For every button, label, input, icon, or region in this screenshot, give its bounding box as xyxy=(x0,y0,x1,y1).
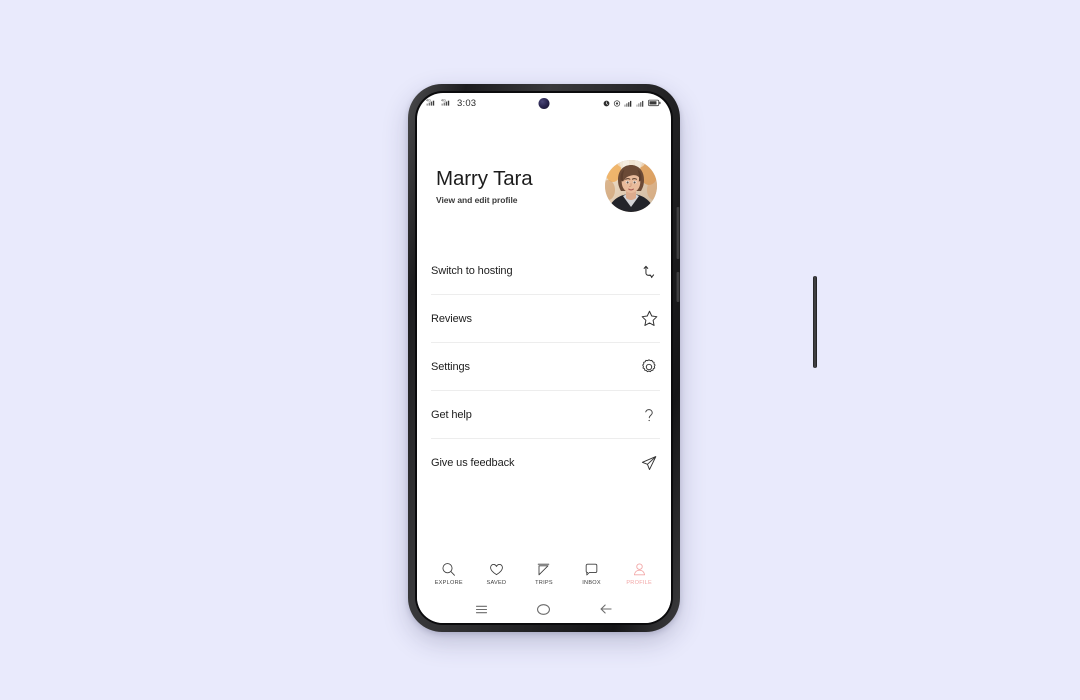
paper-plane-icon xyxy=(638,452,660,474)
android-navigation-bar xyxy=(417,595,671,623)
back-button[interactable] xyxy=(599,603,613,615)
menu-item-switch-to-hosting[interactable]: Switch to hosting xyxy=(431,247,660,295)
tab-saved[interactable]: SAVED xyxy=(474,561,518,586)
signal-4g-icon-secondary: 4G xyxy=(441,94,453,112)
search-icon xyxy=(441,561,456,578)
speech-bubble-icon xyxy=(584,561,599,578)
hamburger-icon xyxy=(475,604,488,615)
volume-button[interactable] xyxy=(813,276,817,368)
tab-label: TRIPS xyxy=(535,579,553,586)
tab-explore[interactable]: EXPLORE xyxy=(427,561,471,586)
profile-subtitle: View and edit profile xyxy=(436,194,518,205)
tab-profile[interactable]: PROFILE xyxy=(617,561,661,586)
arrow-left-icon xyxy=(599,603,613,615)
profile-text-block: Marry Tara View and edit profile xyxy=(436,167,533,205)
tab-trips[interactable]: TRIPS xyxy=(522,561,566,586)
status-bar-time: 3:03 xyxy=(457,97,477,109)
menu-item-label: Reviews xyxy=(431,312,472,325)
signal-4g-icon: 4G xyxy=(426,94,438,112)
alarm-icon xyxy=(603,94,610,112)
power-button-lower[interactable] xyxy=(676,272,680,302)
svg-text:4G: 4G xyxy=(441,98,446,102)
signal-bars-icon xyxy=(624,94,633,112)
eye-icon xyxy=(613,94,621,112)
menu-item-give-us-feedback[interactable]: Give us feedback xyxy=(431,439,660,487)
menu-item-label: Get help xyxy=(431,408,472,421)
pennant-flag-icon xyxy=(536,561,551,578)
phone-screen: 4G 4G 3:03 Marry Tara View and edit prof… xyxy=(417,93,671,623)
profile-menu-list: Switch to hosting Reviews Settings Get h… xyxy=(417,247,671,553)
circle-icon xyxy=(536,603,551,616)
battery-icon xyxy=(647,94,661,112)
status-bar-right xyxy=(603,94,661,112)
bottom-tab-bar: EXPLORE SAVED TRIPS INBOX PROFILE xyxy=(417,553,671,595)
menu-item-get-help[interactable]: Get help xyxy=(431,391,660,439)
svg-text:4G: 4G xyxy=(426,98,431,102)
home-button[interactable] xyxy=(536,603,551,616)
profile-header[interactable]: Marry Tara View and edit profile xyxy=(417,113,671,212)
status-bar: 4G 4G 3:03 xyxy=(417,93,671,113)
front-camera-icon xyxy=(538,98,550,109)
avatar[interactable] xyxy=(605,160,657,212)
phone-device-frame: 4G 4G 3:03 Marry Tara View and edit prof… xyxy=(408,84,817,632)
signal-bars-icon-secondary xyxy=(636,94,645,112)
menu-item-reviews[interactable]: Reviews xyxy=(431,295,660,343)
phone-bezel: 4G 4G 3:03 Marry Tara View and edit prof… xyxy=(415,91,673,625)
tab-label: EXPLORE xyxy=(434,579,463,586)
tab-label: PROFILE xyxy=(626,579,653,586)
recents-button[interactable] xyxy=(475,604,488,615)
tab-label: INBOX xyxy=(582,579,601,586)
tab-label: SAVED xyxy=(486,579,507,586)
menu-item-settings[interactable]: Settings xyxy=(431,343,660,391)
menu-item-label: Switch to hosting xyxy=(431,264,513,277)
status-bar-left: 4G 4G 3:03 xyxy=(426,94,476,112)
power-button[interactable] xyxy=(676,207,680,259)
tab-inbox[interactable]: INBOX xyxy=(570,561,614,586)
heart-icon xyxy=(489,561,504,578)
menu-item-label: Settings xyxy=(431,360,470,373)
swap-arrows-icon xyxy=(638,260,660,282)
question-mark-icon xyxy=(638,404,660,426)
person-icon xyxy=(632,561,647,578)
menu-item-label: Give us feedback xyxy=(431,457,515,469)
star-outline-icon xyxy=(638,308,660,330)
page-title: Marry Tara xyxy=(436,167,533,191)
gear-icon xyxy=(638,356,660,378)
